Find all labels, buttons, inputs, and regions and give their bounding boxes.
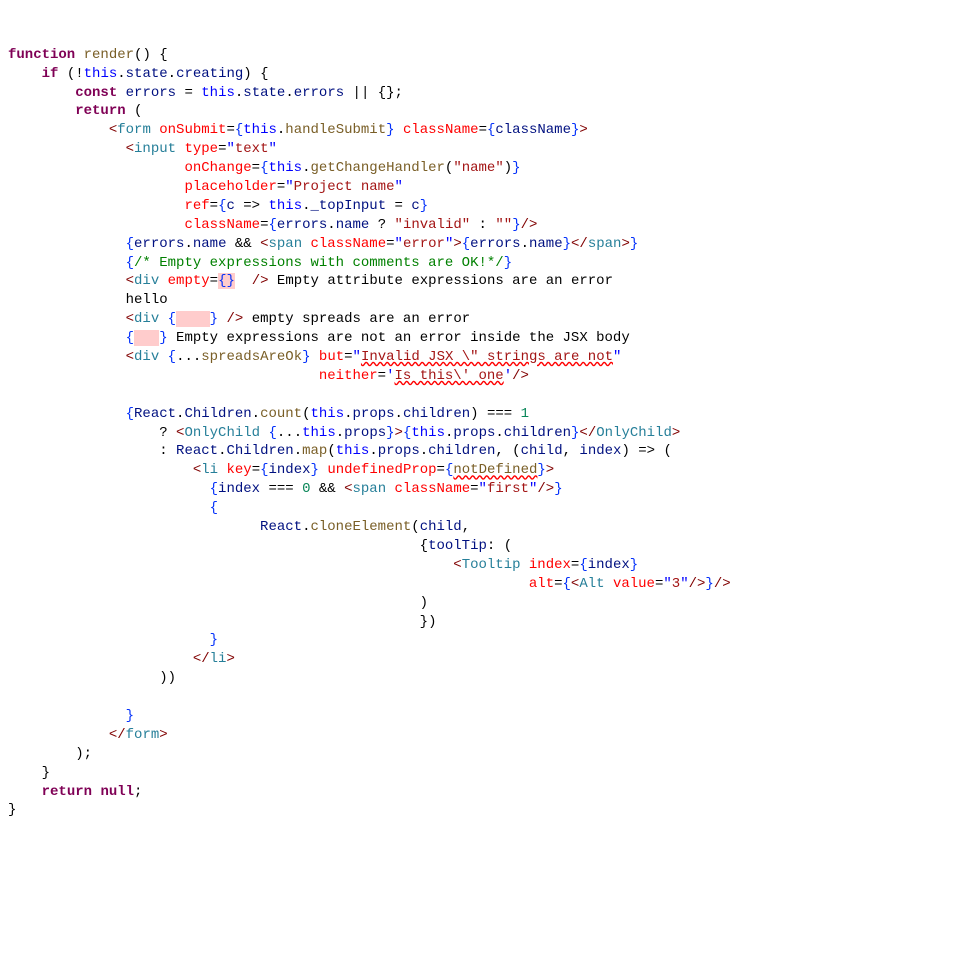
null-literal: null <box>100 784 134 800</box>
keyword-function: function <box>8 47 75 63</box>
function-name: render <box>84 47 134 63</box>
error-undefined: notDefined <box>453 462 537 478</box>
error-invalid-string: Invalid JSX \" strings are not <box>361 349 613 365</box>
error-empty-spread <box>176 311 210 327</box>
jsx-tag-tooltip: Tooltip <box>462 557 521 573</box>
jsx-tag-li: li <box>201 462 218 478</box>
code-block: function render() { if (!this.state.crea… <box>8 46 971 821</box>
comment: /* Empty expressions with comments are O… <box>134 255 504 271</box>
keyword-return-2: return <box>42 784 92 800</box>
error-invalid-string-2: Is this\' one <box>394 368 503 384</box>
jsx-tag-input: input <box>134 141 176 157</box>
keyword-return: return <box>75 103 125 119</box>
keyword-if: if <box>42 66 59 82</box>
jsx-tag-onlychild: OnlyChild <box>184 425 260 441</box>
jsx-tag-alt: Alt <box>579 576 604 592</box>
jsx-tag-form: form <box>117 122 151 138</box>
keyword-const: const <box>75 85 117 101</box>
